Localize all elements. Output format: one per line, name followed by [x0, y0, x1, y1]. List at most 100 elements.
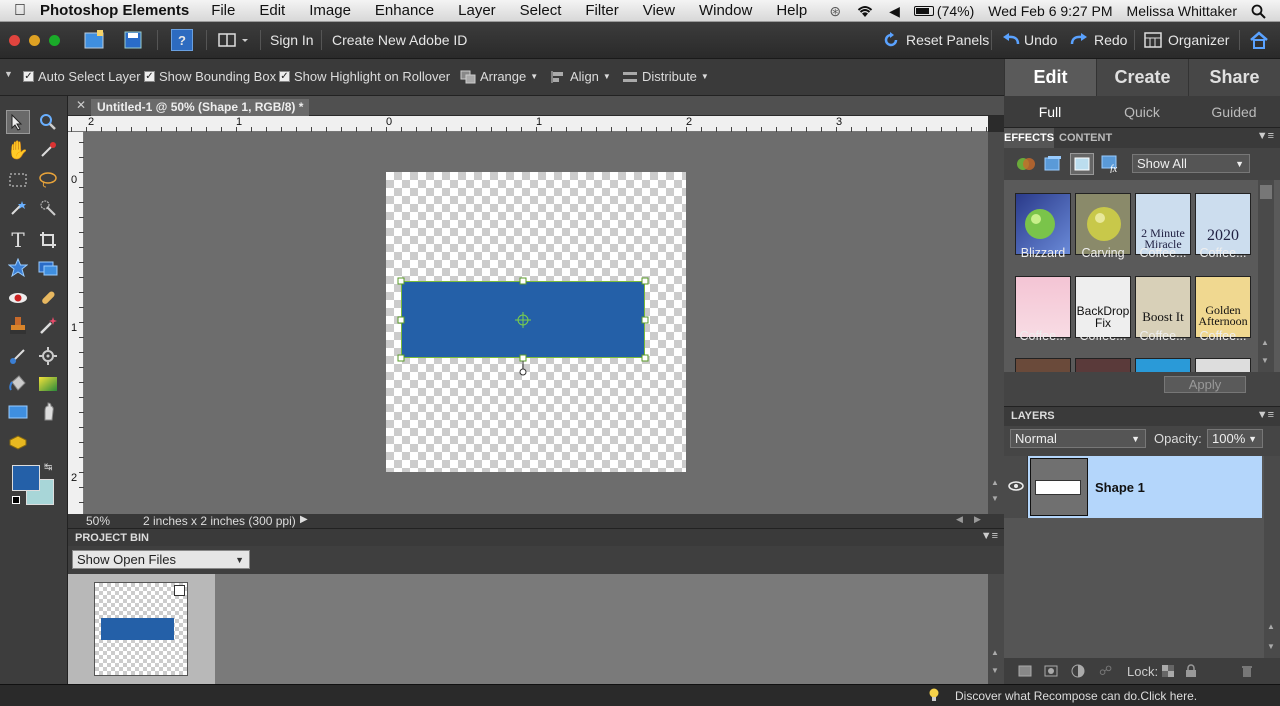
menu-edit[interactable]: Edit — [259, 2, 285, 19]
zoom-level[interactable]: 50% — [86, 514, 110, 528]
user-name[interactable]: Melissa Whittaker — [1127, 3, 1237, 19]
eraser-detail-tool-icon[interactable] — [36, 344, 60, 368]
tab-quick[interactable]: Quick — [1096, 96, 1188, 127]
sponge-tool-icon[interactable] — [6, 430, 30, 454]
options-menu-icon[interactable]: ▼ — [4, 69, 13, 79]
blend-mode-dropdown[interactable]: Normal ▼ — [1010, 429, 1146, 448]
scroll-up-arrow-icon[interactable]: ▲ — [1261, 338, 1269, 347]
auto-select-layer-checkbox[interactable]: ✓ Auto Select Layer — [23, 69, 141, 84]
battery-icon[interactable] — [913, 6, 934, 16]
spotlight-search-icon[interactable] — [1251, 4, 1266, 19]
menu-enhance[interactable]: Enhance — [375, 2, 434, 19]
workspace-layout-icon[interactable] — [218, 29, 252, 51]
clone-stamp-tool-icon[interactable] — [6, 314, 30, 338]
gradient-tool-icon[interactable] — [36, 372, 60, 396]
tab-share[interactable]: Share — [1188, 59, 1280, 96]
scroll-left-arrow-icon[interactable]: ◀ — [956, 514, 963, 525]
tab-content[interactable]: CONTENT — [1059, 128, 1112, 148]
lock-all-icon[interactable] — [1185, 664, 1197, 681]
create-adobe-id-link[interactable]: Create New Adobe ID — [332, 29, 467, 51]
scroll-down-arrow-icon[interactable]: ▼ — [991, 666, 999, 675]
smart-brush-tool-icon[interactable] — [36, 314, 60, 338]
menu-help[interactable]: Help — [776, 2, 807, 19]
transform-handles[interactable] — [396, 276, 652, 378]
paint-bucket-tool-icon[interactable] — [6, 372, 30, 396]
quick-selection-tool-icon[interactable] — [36, 196, 60, 220]
fx-icon[interactable]: fx — [1101, 155, 1121, 176]
organizer-button[interactable]: Organizer — [1144, 29, 1229, 51]
eye-icon[interactable] — [1008, 480, 1024, 492]
lock-transparency-icon[interactable] — [1162, 665, 1174, 680]
healing-brush-tool-icon[interactable] — [36, 286, 60, 310]
marquee-tool-icon[interactable] — [6, 168, 30, 192]
filters-icon[interactable] — [1016, 156, 1036, 175]
arrange-dropdown[interactable]: Arrange ▼ — [460, 69, 538, 84]
layer-name[interactable]: Shape 1 — [1095, 480, 1145, 495]
layer-styles-icon[interactable] — [1044, 155, 1062, 176]
new-file-icon[interactable] — [82, 29, 106, 51]
undo-button[interactable]: Undo — [1000, 29, 1057, 51]
minimize-window-button[interactable] — [29, 35, 40, 46]
close-document-icon[interactable]: ✕ — [76, 98, 86, 112]
tab-create[interactable]: Create — [1096, 59, 1188, 96]
eyedropper-tool-icon[interactable] — [36, 138, 60, 162]
opacity-field[interactable]: 100% ▼ — [1207, 429, 1263, 448]
scroll-down-arrow-icon[interactable]: ▼ — [1267, 642, 1275, 651]
close-window-button[interactable] — [9, 35, 20, 46]
home-icon[interactable] — [1247, 29, 1271, 51]
magic-wand-tool-icon[interactable] — [6, 196, 30, 220]
document-info[interactable]: 2 inches x 2 inches (300 ppi) — [143, 514, 296, 528]
layers-scrollbar[interactable]: ▲ ▼ — [1264, 456, 1280, 658]
document-tab[interactable]: Untitled-1 @ 50% (Shape 1, RGB/8) * — [91, 99, 310, 116]
scroll-up-arrow-icon[interactable]: ▲ — [991, 648, 999, 657]
save-icon[interactable] — [121, 29, 145, 51]
type-tool-icon[interactable]: T — [6, 228, 30, 252]
bluetooth-icon[interactable]: ⊛ — [829, 3, 841, 20]
reset-panels-button[interactable]: Reset Panels — [882, 29, 989, 51]
red-eye-tool-icon[interactable] — [6, 286, 30, 310]
show-bounding-box-checkbox[interactable]: ✓ Show Bounding Box — [144, 69, 276, 84]
effect-thumb-row3-3[interactable] — [1135, 358, 1191, 372]
effects-filter-dropdown[interactable]: Show All ▼ — [1132, 154, 1250, 173]
recompose-hint-link[interactable]: Discover what Recompose can do.Click her… — [955, 689, 1197, 703]
apply-button[interactable]: Apply — [1164, 376, 1246, 393]
distribute-dropdown[interactable]: Distribute ▼ — [622, 69, 709, 84]
menu-layer[interactable]: Layer — [458, 2, 496, 19]
open-file-thumbnail[interactable] — [94, 582, 188, 676]
menu-view[interactable]: View — [643, 2, 675, 19]
foreground-color-swatch[interactable] — [12, 465, 40, 491]
hand-tool-icon[interactable]: ✋ — [6, 138, 30, 162]
panel-menu-icon[interactable]: ▼≡ — [1257, 130, 1274, 142]
show-highlight-checkbox[interactable]: ✓ Show Highlight on Rollover — [279, 69, 450, 84]
effect-thumb-row3-2[interactable] — [1075, 358, 1131, 372]
menu-image[interactable]: Image — [309, 2, 351, 19]
tab-full[interactable]: Full — [1004, 96, 1096, 127]
menu-file[interactable]: File — [211, 2, 235, 19]
panel-menu-icon[interactable]: ▼≡ — [981, 530, 998, 542]
tab-guided[interactable]: Guided — [1188, 96, 1280, 127]
panel-menu-icon[interactable]: ▼≡ — [1257, 409, 1274, 421]
zoom-tool-icon[interactable] — [36, 110, 60, 134]
effect-thumb-row3-4[interactable] — [1195, 358, 1251, 372]
photo-effects-icon[interactable] — [1070, 153, 1094, 175]
effect-thumb-row3-1[interactable] — [1015, 358, 1071, 372]
new-layer-icon[interactable] — [1018, 665, 1032, 680]
redo-button[interactable]: Redo — [1070, 29, 1127, 51]
canvas-vertical-scrollbar[interactable]: ▲ ▼ — [988, 132, 1004, 514]
straighten-tool-icon[interactable] — [36, 256, 60, 280]
apple-icon[interactable]:  — [0, 2, 40, 20]
app-menu[interactable]: Photoshop Elements — [40, 2, 189, 19]
scroll-thumb[interactable] — [1260, 185, 1272, 199]
move-tool-icon[interactable] — [6, 110, 30, 134]
show-open-files-dropdown[interactable]: Show Open Files ▼ — [72, 550, 250, 569]
default-colors-icon[interactable] — [12, 496, 20, 504]
zoom-window-button[interactable] — [49, 35, 60, 46]
project-bin-scrollbar[interactable]: ▲ ▼ — [988, 574, 1004, 684]
scroll-up-arrow-icon[interactable]: ▲ — [1267, 622, 1275, 631]
smudge-tool-icon[interactable] — [36, 400, 60, 424]
volume-icon[interactable]: ◀ — [889, 3, 900, 20]
crop-tool-icon[interactable] — [36, 228, 60, 252]
wifi-icon[interactable] — [855, 4, 875, 18]
shape-tool-icon[interactable] — [6, 400, 30, 424]
tab-edit[interactable]: Edit — [1004, 59, 1096, 96]
